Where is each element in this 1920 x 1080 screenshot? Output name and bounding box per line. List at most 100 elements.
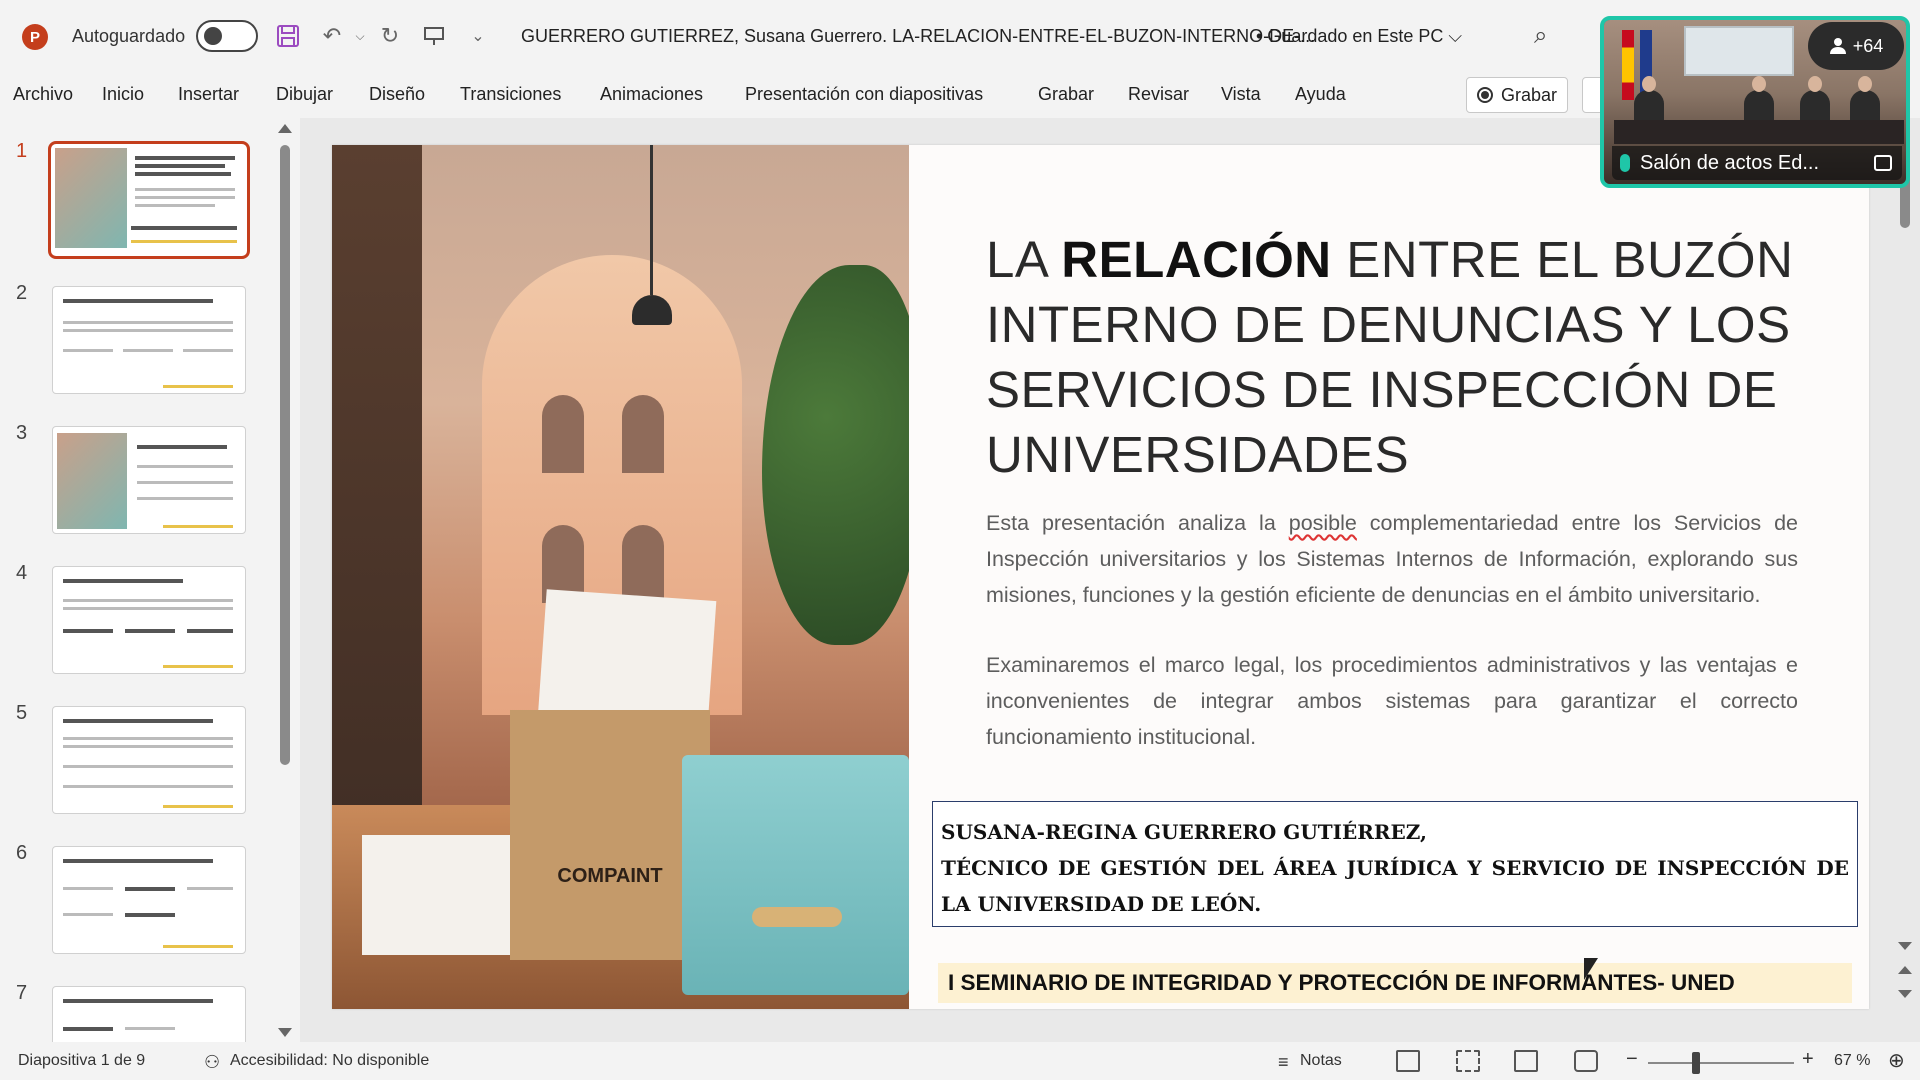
- slide-thumbnail-7[interactable]: [52, 986, 246, 1042]
- photo-case-handle: [752, 907, 842, 927]
- slide-photo[interactable]: COMPAINT: [332, 145, 909, 1009]
- menu-vista[interactable]: Vista: [1221, 84, 1261, 105]
- thumb-line: [125, 629, 175, 633]
- redo-icon[interactable]: ↻: [376, 22, 404, 50]
- person-icon: [1829, 38, 1846, 54]
- document-title: GUERRERO GUTIERREZ, Susana Guerrero. LA-…: [521, 26, 1316, 46]
- slide-thumbnail-6[interactable]: [52, 846, 246, 954]
- save-location[interactable]: • Guardado en Este PC ⌵: [1256, 26, 1462, 47]
- slide-paragraph-1[interactable]: Esta presentación analiza la posible com…: [986, 505, 1798, 613]
- toggle-knob: [204, 27, 222, 45]
- zoom-slider-track[interactable]: [1648, 1062, 1794, 1064]
- powerpoint-logo-icon: P: [22, 24, 48, 50]
- zoom-level[interactable]: 67 %: [1834, 1052, 1870, 1070]
- menu-ayuda[interactable]: Ayuda: [1295, 84, 1346, 105]
- menu-transiciones[interactable]: Transiciones: [460, 84, 561, 105]
- zoom-out-icon[interactable]: −: [1626, 1048, 1638, 1071]
- photo-lamp-cord: [650, 145, 653, 295]
- thumb-scroll-up-icon[interactable]: [278, 124, 292, 133]
- slideshow-view-icon[interactable]: [1574, 1050, 1598, 1072]
- save-icon[interactable]: [274, 22, 302, 50]
- slide-sorter-icon[interactable]: [1456, 1050, 1480, 1072]
- thumb-line: [63, 765, 233, 768]
- thumb-line: [187, 629, 233, 633]
- thumb-line: [63, 607, 233, 610]
- thumb-line: [63, 1027, 113, 1031]
- thumb-number: 2: [16, 282, 28, 304]
- photo-case: [682, 755, 909, 995]
- menu-diseno[interactable]: Diseño: [369, 84, 425, 105]
- photo-papers: [362, 835, 512, 955]
- thumb-number: 4: [16, 562, 28, 584]
- slide-thumbnail-2[interactable]: [52, 286, 246, 394]
- thumb-scroll-down-icon[interactable]: [278, 1028, 292, 1037]
- participants-badge[interactable]: +64: [1808, 22, 1904, 70]
- thumb-line: [63, 859, 213, 863]
- thumb-line: [123, 349, 173, 352]
- menu-revisar[interactable]: Revisar: [1128, 84, 1189, 105]
- zoom-slider-handle[interactable]: [1692, 1052, 1700, 1074]
- thumb-number: 3: [16, 422, 28, 444]
- microphone-icon: [1620, 154, 1630, 172]
- start-presentation-icon[interactable]: [420, 22, 448, 50]
- record-button[interactable]: Grabar: [1466, 77, 1568, 113]
- expand-icon[interactable]: [1874, 155, 1892, 171]
- slide-thumbnail-3[interactable]: [52, 426, 246, 534]
- undo-dropdown-icon[interactable]: ⌵: [346, 22, 374, 50]
- normal-view-icon[interactable]: [1396, 1050, 1420, 1072]
- customize-toolbar-icon[interactable]: ⌄: [464, 22, 492, 50]
- thumb-line: [63, 745, 233, 748]
- slide-thumbnail-5[interactable]: [52, 706, 246, 814]
- menu-inicio[interactable]: Inicio: [102, 84, 144, 105]
- seminar-banner[interactable]: I SEMINARIO DE INTEGRIDAD Y PROTECCIÓN D…: [938, 963, 1852, 1003]
- slide-thumbnail-4[interactable]: [52, 566, 246, 674]
- notes-icon: ≡: [1278, 1052, 1289, 1072]
- thumb-line: [63, 349, 113, 352]
- autosave-toggle[interactable]: [196, 20, 258, 52]
- thumb-line: [135, 196, 235, 199]
- thumb-line: [63, 913, 113, 916]
- next-slide-icon[interactable]: [1898, 990, 1912, 998]
- menu-dibujar[interactable]: Dibujar: [276, 84, 333, 105]
- thumbnail-scrollbar[interactable]: [280, 145, 290, 765]
- title-prefix: LA: [986, 231, 1062, 288]
- zoom-in-icon[interactable]: +: [1802, 1048, 1814, 1071]
- notes-button[interactable]: Notas: [1300, 1052, 1342, 1070]
- thumb-image: [55, 148, 127, 248]
- photo-arch: [542, 395, 584, 473]
- scroll-down-icon[interactable]: [1898, 942, 1912, 950]
- reading-view-icon[interactable]: [1514, 1050, 1538, 1072]
- video-room-name: Salón de actos Ed...: [1640, 151, 1820, 174]
- menu-insertar[interactable]: Insertar: [178, 84, 239, 105]
- menu-presentacion[interactable]: Presentación con diapositivas: [745, 84, 983, 105]
- thumb-line: [63, 737, 233, 740]
- menu-archivo[interactable]: Archivo: [13, 84, 73, 105]
- thumb-line: [63, 999, 213, 1003]
- menu-animaciones[interactable]: Animaciones: [600, 84, 703, 105]
- undo-icon[interactable]: ↶: [318, 22, 346, 50]
- fit-slide-icon[interactable]: ⊕: [1888, 1048, 1905, 1073]
- slide-canvas[interactable]: COMPAINT LA RELACIÓN ENTRE EL BUZÓN INTE…: [332, 145, 1869, 1009]
- accessibility-status[interactable]: Accesibilidad: No disponible: [230, 1052, 429, 1070]
- slide-paragraph-2[interactable]: Examinaremos el marco legal, los procedi…: [986, 647, 1798, 755]
- video-caption: Salón de actos Ed...: [1612, 146, 1902, 180]
- thumb-line: [63, 629, 113, 633]
- search-icon[interactable]: ⌕: [1534, 22, 1547, 50]
- thumb-line: [163, 665, 233, 668]
- title-bold: RELACIÓN: [1061, 231, 1332, 288]
- author-name: SUSANA-REGINA GUERRERO GUTIÉRREZ,: [941, 820, 1427, 844]
- participants-count: +64: [1852, 35, 1884, 56]
- previous-slide-icon[interactable]: [1898, 966, 1912, 974]
- slide-title[interactable]: LA RELACIÓN ENTRE EL BUZÓN INTERNO DE DE…: [986, 227, 1816, 487]
- slide-thumbnail-1[interactable]: [48, 141, 250, 259]
- thumb-number: 5: [16, 702, 28, 724]
- thumb-number: 1: [16, 140, 28, 162]
- thumb-line: [63, 299, 213, 303]
- author-box[interactable]: SUSANA-REGINA GUERRERO GUTIÉRREZ, TÉCNIC…: [932, 801, 1858, 927]
- record-icon: [1476, 87, 1493, 103]
- thumb-line: [163, 805, 233, 808]
- photo-plant: [762, 265, 909, 645]
- menu-grabar[interactable]: Grabar: [1038, 84, 1094, 105]
- thumb-line: [163, 385, 233, 388]
- thumb-number: 6: [16, 842, 28, 864]
